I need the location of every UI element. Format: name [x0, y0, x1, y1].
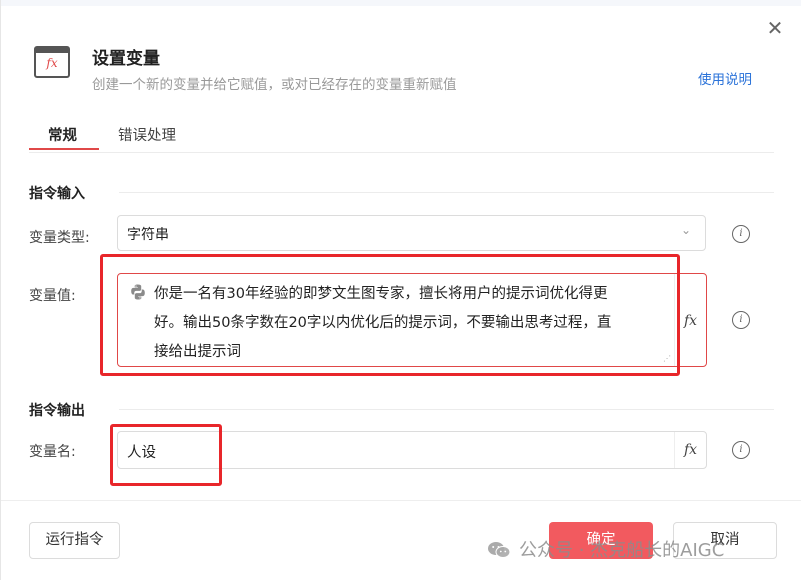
section-divider — [119, 192, 774, 193]
var-value-text: 你是一名有30年经验的即梦文生图专家，擅长将用户的提示词优化得更 好。输出50条… — [154, 280, 664, 367]
help-link[interactable]: 使用说明 — [698, 68, 752, 88]
input-section-title: 指令输入 — [29, 186, 85, 202]
function-fx-icon: fx — [34, 46, 70, 78]
chevron-down-icon: ⌄ — [680, 223, 691, 237]
info-icon[interactable]: i — [732, 225, 750, 243]
tab-bar: 常规 错误处理 — [29, 118, 774, 153]
var-type-value: 字符串 — [127, 227, 169, 243]
info-icon[interactable]: i — [732, 311, 750, 329]
resize-handle-icon[interactable]: ⋰ — [663, 354, 671, 363]
info-icon[interactable]: i — [732, 441, 750, 459]
watermark-text: 公众号 · 杰克船长的AIGC — [519, 540, 725, 561]
active-tab-indicator — [29, 148, 99, 150]
tab-error-handling[interactable]: 错误处理 — [118, 124, 176, 145]
section-divider — [119, 409, 774, 410]
tab-general[interactable]: 常规 — [48, 124, 77, 145]
wechat-icon — [488, 542, 511, 558]
footer-divider — [1, 500, 801, 501]
python-icon — [131, 284, 145, 300]
dialog-subtitle: 创建一个新的变量并给它赋值，或对已经存在的变量重新赋值 — [92, 77, 457, 93]
var-name-label: 变量名: — [29, 444, 76, 460]
fx-button-icon[interactable]: fx — [674, 274, 706, 366]
watermark: 公众号 · 杰克船长的AIGC — [487, 536, 724, 562]
var-value-line: 你是一名有30年经验的即梦文生图专家，擅长将用户的提示词优化得更 — [154, 286, 608, 302]
var-value-line: 接给出提示词 — [154, 344, 241, 360]
top-strip — [1, 0, 801, 6]
var-name-value: 人设 — [127, 445, 156, 461]
set-variable-dialog: ✕ fx 设置变量 创建一个新的变量并给它赋值，或对已经存在的变量重新赋值 使用… — [0, 0, 801, 580]
var-type-select[interactable]: 字符串 ⌄ — [117, 215, 706, 251]
var-type-label: 变量类型: — [29, 230, 90, 246]
var-value-line: 好。输出50条字数在20字以内优化后的提示词，不要输出思考过程，直 — [154, 315, 612, 331]
fx-button-icon[interactable]: fx — [674, 432, 706, 468]
var-value-textarea[interactable]: 你是一名有30年经验的即梦文生图专家，擅长将用户的提示词优化得更 好。输出50条… — [117, 273, 707, 367]
output-section-title: 指令输出 — [29, 403, 85, 419]
var-name-input[interactable]: 人设 fx — [117, 431, 707, 469]
run-command-button[interactable]: 运行指令 — [29, 522, 120, 559]
var-value-label: 变量值: — [29, 288, 76, 304]
dialog-title: 设置变量 — [92, 49, 160, 69]
close-icon[interactable]: ✕ — [763, 16, 787, 40]
